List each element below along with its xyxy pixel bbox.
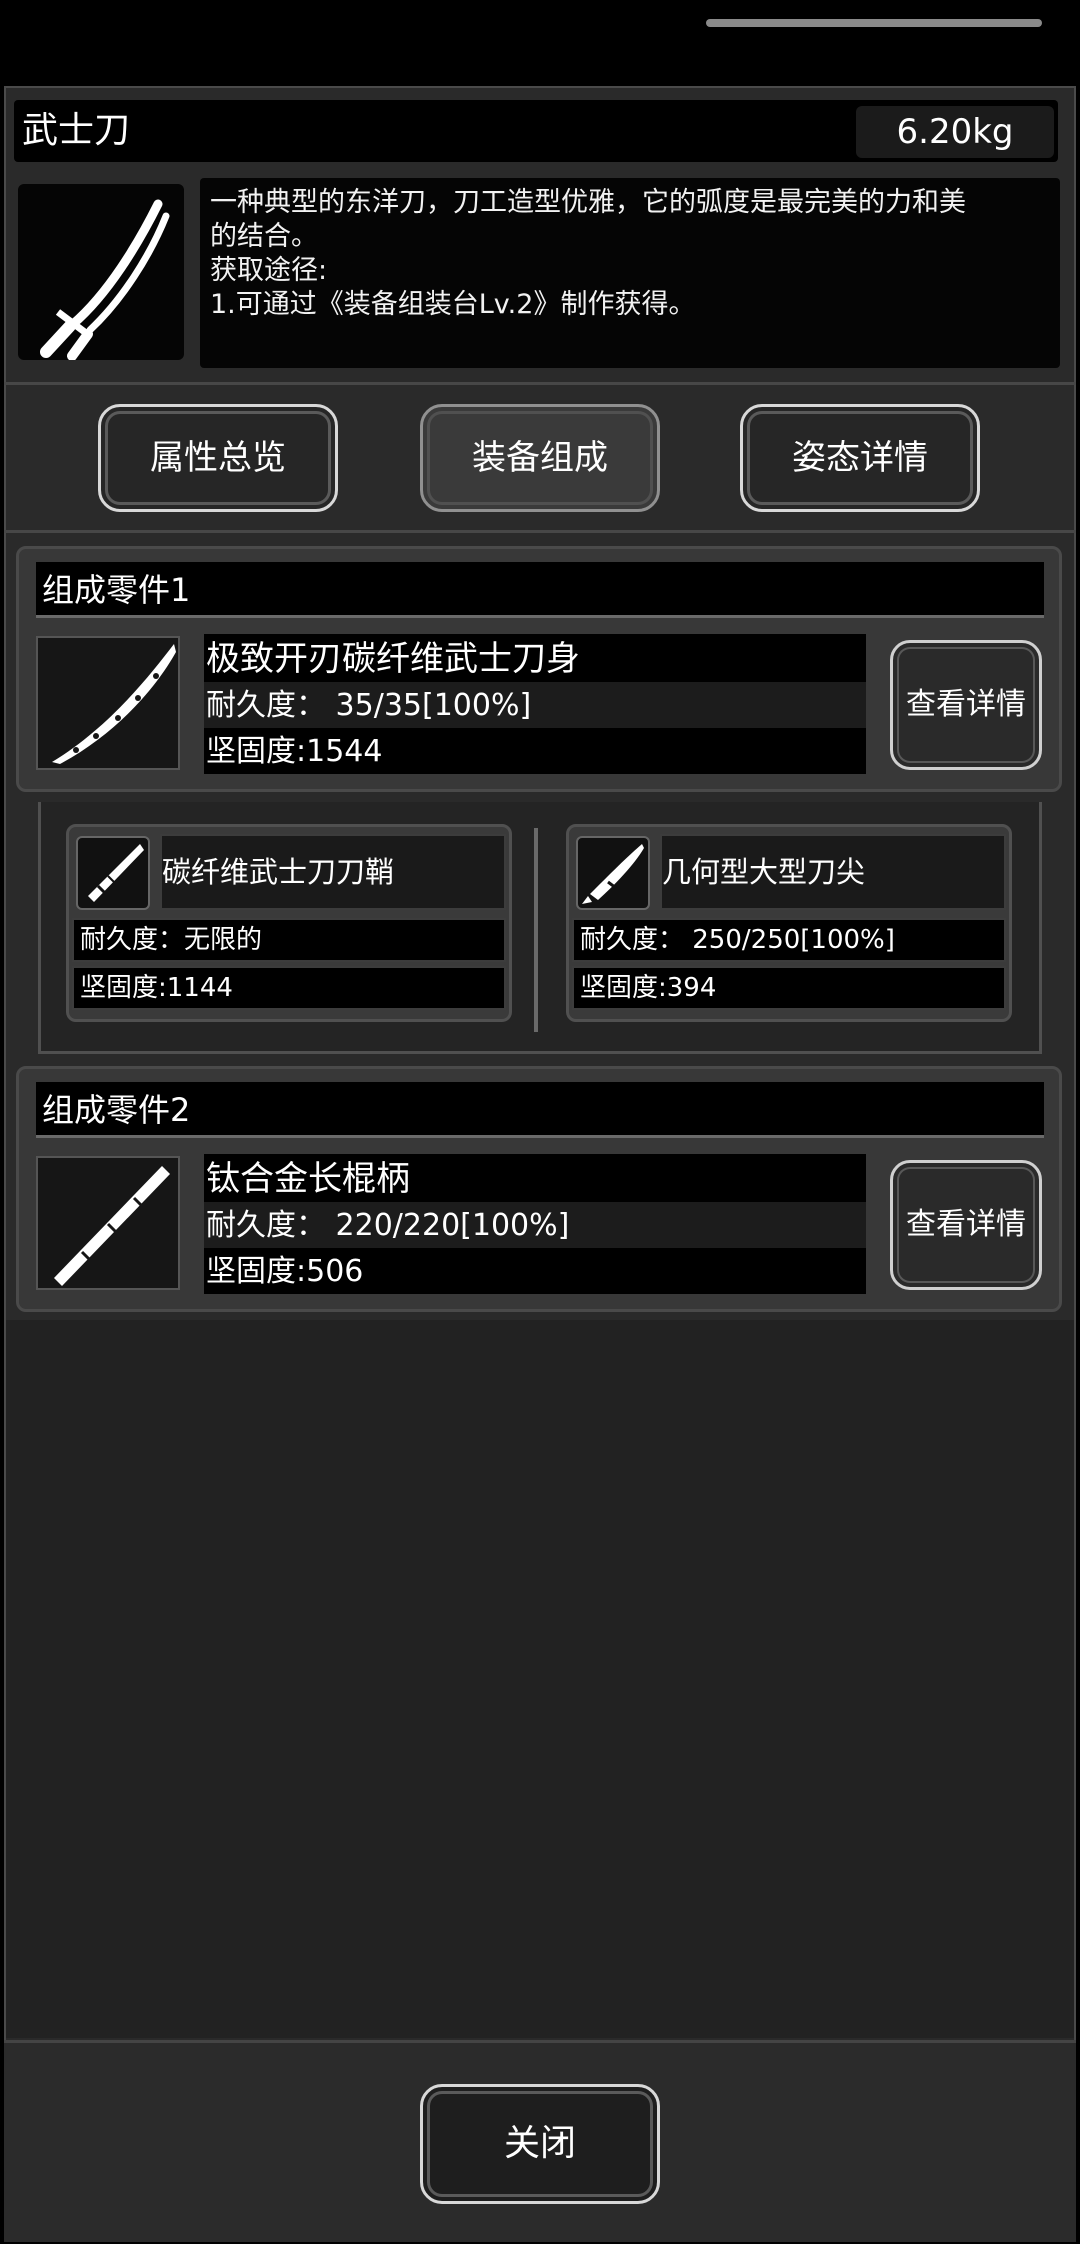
sub-part-name: 几何型大型刀尖 — [662, 855, 866, 889]
katana-icon — [18, 184, 184, 360]
component-title: 组成零件2 — [36, 1082, 1044, 1138]
tab-stance-details[interactable]: 姿态详情 — [740, 404, 980, 512]
handle-icon — [36, 1156, 180, 1290]
sub-part-durability: 耐久度： 250/250[100%] — [572, 918, 1006, 962]
divider — [4, 530, 1076, 533]
view-details-button[interactable]: 查看详情 — [890, 640, 1042, 770]
description-line: 获取途径: — [210, 255, 328, 286]
tab-equipment-composition[interactable]: 装备组成 — [420, 404, 660, 512]
component-hardness: 坚固度:506 — [206, 1254, 364, 1289]
sub-part-hardness: 坚固度:1144 — [72, 966, 506, 1010]
item-name: 武士刀 — [22, 110, 131, 151]
component-durability: 耐久度： 35/35[100%] — [206, 688, 532, 723]
sub-separator — [534, 828, 538, 1032]
gesture-bar — [706, 19, 1042, 27]
description-line: 的结合。 — [210, 221, 318, 252]
blade-icon — [36, 636, 180, 770]
sub-part-hardness: 坚固度:394 — [572, 966, 1006, 1010]
component-hardness: 坚固度:1544 — [206, 734, 383, 769]
description-line: 1.可通过《装备组装台Lv.2》制作获得。 — [210, 289, 696, 320]
close-button[interactable]: 关闭 — [420, 2084, 660, 2204]
component-list-empty-area — [6, 1320, 1074, 2038]
component-durability: 耐久度： 220/220[100%] — [206, 1208, 570, 1243]
sub-part-durability: 耐久度：无限的 — [72, 918, 506, 962]
scabbard-icon — [76, 836, 150, 910]
sub-part-name: 碳纤维武士刀刀鞘 — [162, 855, 395, 889]
blade-tip-icon — [576, 836, 650, 910]
divider — [4, 382, 1076, 385]
component-title: 组成零件1 — [36, 562, 1044, 618]
component-name: 极致开刃碳纤维武士刀身 — [206, 639, 580, 679]
description-line: 一种典型的东洋刀，刀工造型优雅，它的弧度是最完美的力和美 — [210, 187, 966, 218]
item-description: 一种典型的东洋刀，刀工造型优雅，它的弧度是最完美的力和美 的结合。 获取途径: … — [200, 178, 1060, 368]
component-name: 钛合金长棍柄 — [206, 1159, 410, 1199]
tab-attribute-overview[interactable]: 属性总览 — [98, 404, 338, 512]
view-details-button[interactable]: 查看详情 — [890, 1160, 1042, 1290]
item-weight: 6.20kg — [856, 106, 1054, 158]
